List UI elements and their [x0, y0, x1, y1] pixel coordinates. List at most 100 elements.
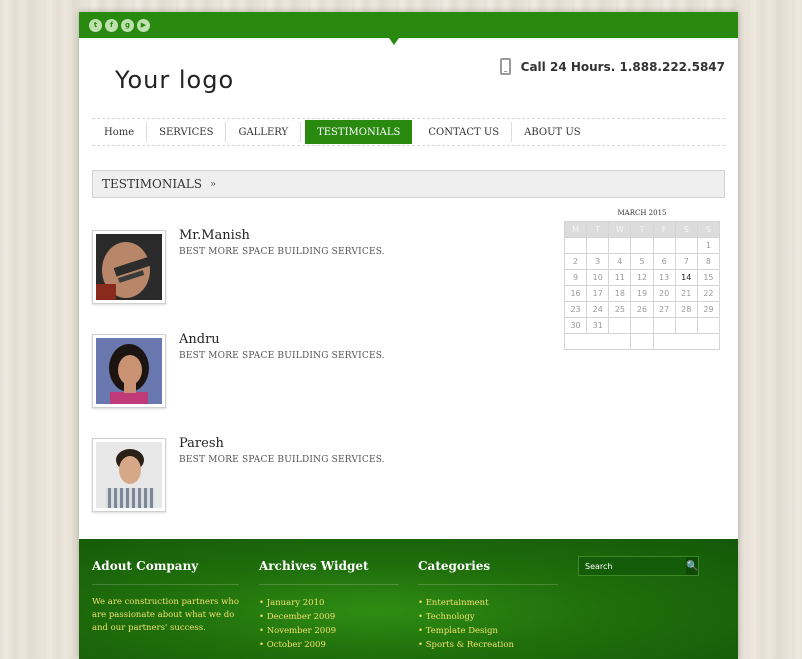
calendar-nav-prev	[563, 333, 632, 350]
nav-item-home[interactable]: Home	[92, 122, 148, 142]
calendar-day-cell[interactable]: 1	[696, 237, 721, 254]
calendar-day-cell[interactable]: 27	[652, 301, 676, 318]
calendar-day-cell	[586, 237, 610, 254]
testimonial-text: BEST MORE SPACE BUILDING SERVICES.	[179, 351, 385, 361]
testimonial-text: BEST MORE SPACE BUILDING SERVICES.	[179, 455, 385, 465]
testimonial-name: Andru	[179, 332, 220, 347]
top-bar: t f g ▶	[79, 12, 738, 45]
calendar-day-cell[interactable]: 18	[608, 285, 632, 302]
calendar-day-cell	[652, 237, 676, 254]
calendar-day-cell[interactable]: 12	[630, 269, 654, 286]
calendar-day-cell[interactable]: 4	[608, 253, 632, 270]
site-logo[interactable]: Your logo	[115, 66, 234, 94]
calendar-day-cell[interactable]: 8	[696, 253, 721, 270]
calendar-day-cell	[608, 317, 632, 334]
calendar-day-cell[interactable]: 13	[652, 269, 676, 286]
testimonial-item: Paresh BEST MORE SPACE BUILDING SERVICES…	[92, 436, 385, 512]
calendar-day-cell[interactable]: 3	[586, 253, 610, 270]
calendar-day-cell[interactable]: 15	[696, 269, 721, 286]
calendar-day-cell	[563, 237, 588, 254]
calendar-day-cell[interactable]: 9	[563, 269, 588, 286]
calendar-day-cell	[652, 317, 676, 334]
archive-link[interactable]: November 2009	[259, 624, 399, 638]
nav-item-about-us[interactable]: ABOUT US	[512, 122, 593, 142]
calendar-day-cell	[630, 237, 654, 254]
calendar-day-cell	[674, 237, 698, 254]
calendar-day-cell[interactable]: 25	[608, 301, 632, 318]
topbar-notch	[389, 38, 399, 45]
nav-item-services[interactable]: SERVICES	[147, 122, 227, 142]
calendar-widget: MARCH 2015 MTWTFSS 1 2 3 4 5 6 7 8 9 10 11 12 13 14 15…	[563, 209, 721, 350]
youtube-icon[interactable]: ▶	[137, 18, 150, 32]
testimonial-photo	[92, 438, 166, 512]
calendar-day-cell[interactable]: 16	[563, 285, 588, 302]
search-input[interactable]	[579, 557, 686, 575]
calendar-nav-next	[652, 333, 721, 350]
testimonial-item: Mr.Manish BEST MORE SPACE BUILDING SERVI…	[92, 228, 385, 304]
search-icon[interactable]: 🔍	[686, 557, 699, 575]
calendar-day-cell[interactable]: 28	[674, 301, 698, 318]
breadcrumb-label: TESTIMONIALS	[102, 177, 202, 191]
calendar-title: MARCH 2015	[617, 209, 667, 217]
calendar-day-cell	[696, 317, 721, 334]
category-link[interactable]: Entertainment	[418, 596, 558, 610]
main-nav: Home SERVICES GALLERY TESTIMONIALS CONTA…	[92, 118, 725, 146]
category-link[interactable]: Technology	[418, 610, 558, 624]
twitter-icon[interactable]: t	[89, 18, 102, 32]
calendar-day-cell[interactable]: 17	[586, 285, 610, 302]
calendar-day-cell	[630, 317, 654, 334]
nav-item-contact-us[interactable]: CONTACT US	[416, 122, 513, 142]
breadcrumb: TESTIMONIALS »	[92, 170, 725, 198]
category-link[interactable]: Template Design	[418, 624, 558, 638]
testimonial-photo	[92, 334, 166, 408]
calendar-day-cell	[608, 237, 632, 254]
phone-icon	[499, 58, 511, 75]
header-phone: Call 24 Hours. 1.888.222.5847	[499, 58, 725, 75]
calendar-day-header: T	[630, 221, 654, 238]
calendar-day-cell[interactable]: 11	[608, 269, 632, 286]
calendar-day-cell[interactable]: 10	[586, 269, 610, 286]
calendar-day-cell[interactable]: 21	[674, 285, 698, 302]
footer-archives: Archives Widget January 2010 December 20…	[259, 559, 399, 652]
calendar-day-cell[interactable]: 31	[586, 317, 610, 334]
calendar-day-cell[interactable]: 19	[630, 285, 654, 302]
calendar-day-cell[interactable]: 29	[696, 301, 721, 318]
calendar-day-cell	[674, 317, 698, 334]
calendar-day-cell[interactable]: 23	[563, 301, 588, 318]
footer-about: Adout Company We are construction partne…	[92, 559, 239, 635]
calendar-day-cell[interactable]: 20	[652, 285, 676, 302]
footer-about-title: Adout Company	[92, 559, 239, 585]
testimonial-text: BEST MORE SPACE BUILDING SERVICES.	[179, 247, 385, 257]
calendar-day-cell[interactable]: 5	[630, 253, 654, 270]
facebook-icon[interactable]: f	[105, 18, 118, 32]
calendar-day-cell[interactable]: 6	[652, 253, 676, 270]
phone-text: Call 24 Hours. 1.888.222.5847	[520, 59, 725, 74]
category-link[interactable]: Sports & Recreation	[418, 638, 558, 652]
calendar-day-header: S	[696, 221, 721, 238]
footer: Adout Company We are construction partne…	[79, 539, 738, 659]
nav-item-gallery[interactable]: GALLERY	[226, 122, 302, 142]
calendar-day-cell[interactable]: 2	[563, 253, 588, 270]
calendar-day-cell[interactable]: 26	[630, 301, 654, 318]
calendar-table: MTWTFSS 1 2 3 4 5 6 7 8 9 10 11 12 13 14 15 16 17 18 19 20 2…	[563, 221, 721, 350]
google-plus-icon[interactable]: g	[121, 18, 134, 32]
calendar-day-header: W	[608, 221, 632, 238]
calendar-day-cell[interactable]: 7	[674, 253, 698, 270]
calendar-day-cell[interactable]: 24	[586, 301, 610, 318]
page-container: t f g ▶ Your logo Call 24 Hours. 1.888.2…	[79, 12, 738, 659]
nav-item-testimonials[interactable]: TESTIMONIALS	[305, 120, 413, 144]
footer-archives-title: Archives Widget	[259, 559, 399, 585]
footer-search: 🔍	[578, 556, 699, 576]
footer-categories-title: Categories	[418, 559, 558, 585]
archive-link[interactable]: October 2009	[259, 638, 399, 652]
testimonial-name: Paresh	[179, 436, 224, 451]
footer-about-text: We are construction partners who are pas…	[92, 597, 239, 633]
testimonial-item: Andru BEST MORE SPACE BUILDING SERVICES.	[92, 332, 385, 408]
calendar-day-header: S	[674, 221, 698, 238]
archive-link[interactable]: December 2009	[259, 610, 399, 624]
archive-link[interactable]: January 2010	[259, 596, 399, 610]
calendar-day-cell[interactable]: 30	[563, 317, 588, 334]
calendar-day-cell[interactable]: 22	[696, 285, 721, 302]
calendar-day-header: F	[652, 221, 676, 238]
calendar-day-cell[interactable]: 14	[674, 269, 698, 286]
